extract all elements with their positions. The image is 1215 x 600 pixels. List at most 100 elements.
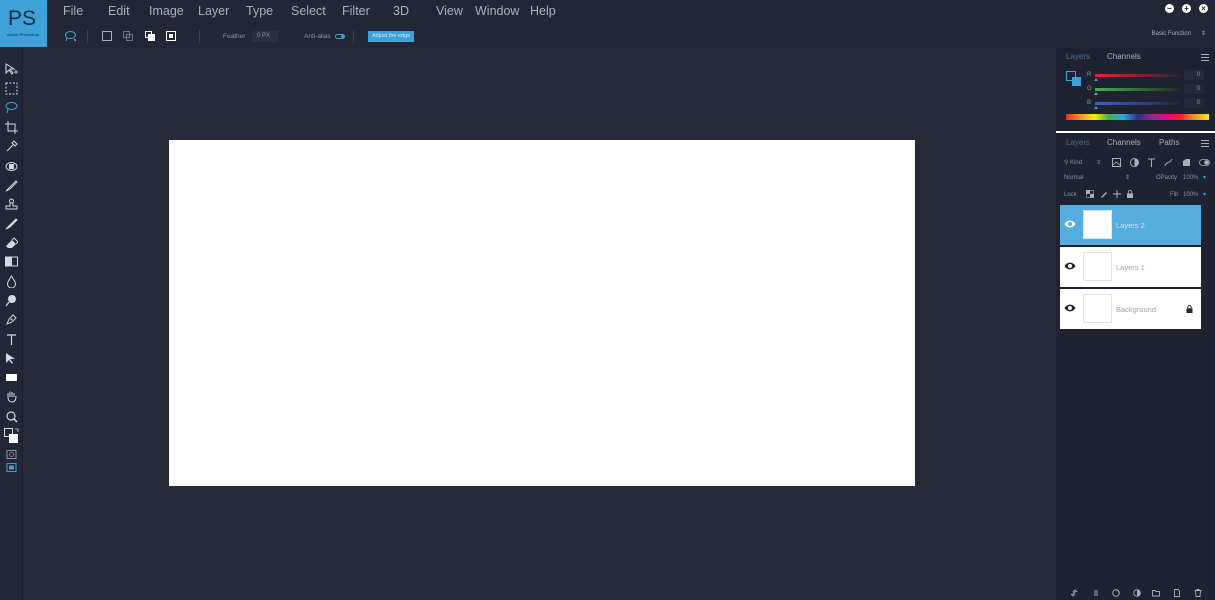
color-tab-channels[interactable]: Channels (1107, 52, 1141, 62)
channel-g-label: G (1087, 86, 1092, 92)
zoom-tool-icon[interactable] (5, 410, 18, 423)
channel-r-slider[interactable] (1095, 74, 1181, 77)
fg-bg-color-icon[interactable] (1066, 71, 1082, 87)
type-tool-icon[interactable] (5, 333, 18, 346)
menu-file[interactable]: File (63, 4, 83, 18)
mask-icon[interactable] (1112, 589, 1120, 597)
blur-tool-icon[interactable] (5, 275, 18, 288)
stamp-tool-icon[interactable] (5, 198, 18, 211)
brush-tool-icon[interactable] (5, 179, 18, 192)
filter-kind-select[interactable]: ⚲ Kind ⇕ (1064, 159, 1101, 167)
maximize-icon[interactable]: + (1182, 4, 1191, 13)
adjust-edge-button[interactable]: Adjust the edge (368, 31, 415, 42)
fill-dropdown-icon[interactable]: ▾ (1203, 191, 1206, 199)
opacity-dropdown-icon[interactable]: ▾ (1203, 174, 1206, 182)
menu-image[interactable]: Image (149, 4, 184, 18)
lasso-tool-icon[interactable] (5, 101, 18, 114)
layer-row[interactable]: Background (1060, 289, 1201, 329)
shape-filter-icon[interactable] (1164, 158, 1173, 167)
new-layer-icon[interactable] (1173, 589, 1181, 597)
intersect-selection-icon[interactable] (166, 31, 176, 41)
menu-type[interactable]: Type (246, 4, 273, 18)
menu-view[interactable]: View (436, 4, 463, 18)
close-icon[interactable]: × (1199, 4, 1208, 13)
blend-mode-select[interactable]: Normal ⇕ (1064, 174, 1130, 182)
lasso-tool-icon[interactable] (64, 30, 77, 42)
channel-r-knob[interactable] (1094, 78, 1098, 81)
link-icon[interactable] (1070, 589, 1078, 597)
fx-icon[interactable] (1092, 589, 1100, 597)
antialias-toggle[interactable] (335, 34, 345, 39)
folder-icon[interactable] (1152, 589, 1160, 597)
history-brush-icon[interactable] (5, 217, 18, 230)
channel-g-slider[interactable] (1095, 88, 1181, 91)
channel-r-value[interactable]: 0 (1184, 70, 1204, 80)
menu-edit[interactable]: Edit (108, 4, 130, 18)
gradient-tool-icon[interactable] (5, 255, 18, 268)
menu-select[interactable]: Select (291, 4, 326, 18)
hand-tool-icon[interactable] (5, 390, 18, 403)
feather-input[interactable]: 0 PX (252, 31, 278, 42)
channel-g-value[interactable]: 0 (1184, 84, 1204, 94)
menu-help[interactable]: Help (530, 4, 556, 18)
color-tab-layers[interactable]: Layers (1066, 52, 1090, 62)
adjustment-icon[interactable] (1133, 589, 1141, 597)
separator (353, 30, 354, 43)
pen-tool-icon[interactable] (5, 313, 18, 326)
menu-3d[interactable]: 3D (393, 4, 409, 18)
menu-filter[interactable]: Filter (342, 4, 370, 18)
minimize-icon[interactable]: – (1165, 4, 1174, 13)
image-filter-icon[interactable] (1112, 158, 1121, 167)
layer-name: Layers 2 (1116, 221, 1145, 230)
filter-toggle-icon[interactable] (1199, 158, 1210, 167)
layers-tab-channels[interactable]: Channels (1107, 138, 1141, 148)
dodge-tool-icon[interactable] (5, 294, 18, 307)
adjustment-filter-icon[interactable] (1130, 158, 1139, 167)
eyedropper-tool-icon[interactable] (5, 140, 18, 153)
channel-g-knob[interactable] (1094, 92, 1098, 95)
crop-tool-icon[interactable] (5, 121, 18, 134)
color-spectrum[interactable] (1066, 114, 1209, 120)
path-selection-icon[interactable] (5, 352, 18, 365)
layer-row[interactable]: Layers 2 (1060, 205, 1201, 245)
channel-b-knob[interactable] (1094, 106, 1098, 109)
fill-value[interactable]: 100% (1183, 191, 1198, 199)
lock-transparency-icon[interactable] (1086, 190, 1094, 198)
smart-object-filter-icon[interactable] (1182, 158, 1191, 167)
feather-label: Feather (223, 33, 246, 40)
layers-tab-layers[interactable]: Layers (1066, 138, 1090, 148)
add-selection-icon[interactable] (123, 31, 133, 41)
rectangle-tool-icon[interactable] (5, 371, 18, 384)
screen-mode-icon[interactable] (5, 463, 18, 472)
document-canvas[interactable] (169, 140, 915, 486)
channel-b-slider[interactable] (1095, 102, 1181, 105)
color-swatch-icon[interactable] (4, 428, 19, 444)
trash-icon[interactable] (1194, 589, 1202, 597)
layer-row[interactable]: Layers 1 (1060, 247, 1201, 287)
move-tool-icon[interactable] (5, 63, 18, 76)
marquee-tool-icon[interactable] (5, 82, 18, 95)
workspace-select[interactable]: Basic Function ⇕ (1142, 30, 1206, 37)
eye-icon[interactable] (1064, 261, 1076, 271)
healing-brush-icon[interactable] (5, 160, 18, 173)
menu-window[interactable]: Window (475, 4, 519, 18)
type-filter-icon[interactable] (1147, 158, 1156, 167)
lock-all-icon[interactable] (1126, 190, 1134, 198)
chevron-updown-icon: ⇕ (1124, 175, 1130, 181)
panel-menu-icon[interactable] (1201, 140, 1209, 147)
channel-b-value[interactable]: 0 (1184, 98, 1204, 108)
layers-tab-paths[interactable]: Paths (1159, 138, 1179, 148)
lock-position-icon[interactable] (1113, 190, 1121, 198)
eraser-tool-icon[interactable] (5, 236, 18, 249)
eye-icon[interactable] (1064, 219, 1076, 229)
layer-name: Layers 1 (1116, 263, 1145, 272)
lock-label: Lock (1064, 192, 1077, 198)
subtract-selection-icon[interactable] (145, 31, 155, 41)
eye-icon[interactable] (1064, 303, 1076, 313)
lock-pixels-icon[interactable] (1100, 190, 1108, 198)
quick-mask-icon[interactable] (5, 450, 18, 459)
panel-menu-icon[interactable] (1201, 54, 1209, 61)
new-selection-icon[interactable] (102, 31, 112, 41)
opacity-value[interactable]: 100% (1183, 174, 1198, 182)
menu-layer[interactable]: Layer (198, 4, 229, 18)
